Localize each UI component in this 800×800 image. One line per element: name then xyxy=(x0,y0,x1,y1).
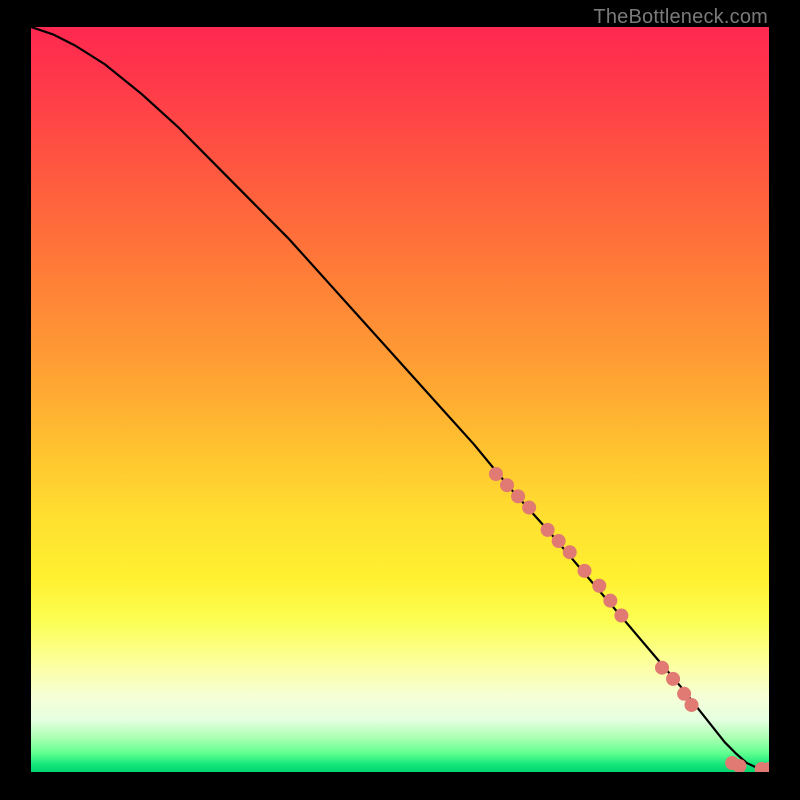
chart-panel xyxy=(31,27,769,772)
chart-stage: TheBottleneck.com xyxy=(0,0,800,800)
marker-dot xyxy=(614,609,628,623)
marker-dot xyxy=(541,523,555,537)
marker-group xyxy=(489,467,769,772)
marker-dot xyxy=(685,698,699,712)
curve-line xyxy=(31,27,769,770)
marker-dot xyxy=(511,489,525,503)
marker-dot xyxy=(563,545,577,559)
marker-dot xyxy=(592,579,606,593)
marker-dot xyxy=(578,564,592,578)
chart-overlay xyxy=(31,27,769,772)
attribution-label: TheBottleneck.com xyxy=(593,6,768,29)
marker-dot xyxy=(655,661,669,675)
marker-dot xyxy=(603,594,617,608)
marker-dot xyxy=(666,672,680,686)
marker-dot xyxy=(489,467,503,481)
marker-dot xyxy=(522,501,536,515)
marker-dot xyxy=(552,534,566,548)
marker-dot xyxy=(500,478,514,492)
